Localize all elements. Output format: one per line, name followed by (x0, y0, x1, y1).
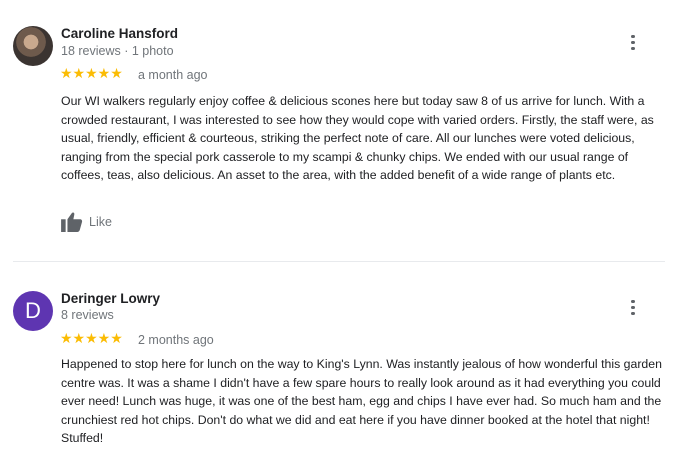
star-rating: ★★★★★ (60, 330, 123, 346)
reviewer-meta: 18 reviews · 1 photo (61, 44, 174, 58)
review-date: 2 months ago (138, 333, 214, 347)
more-vert-icon (631, 34, 635, 38)
avatar[interactable]: D (13, 291, 53, 331)
reviewer-name[interactable]: Deringer Lowry (61, 291, 160, 306)
review-date: a month ago (138, 68, 208, 82)
like-label: Like (89, 215, 112, 229)
review-text: Our WI walkers regularly enjoy coffee & … (61, 94, 654, 182)
reviewer-name[interactable]: Caroline Hansford (61, 26, 178, 41)
like-button[interactable]: Like (61, 212, 112, 232)
reviewer-meta: 8 reviews (61, 308, 114, 322)
more-options-button[interactable] (623, 297, 643, 317)
more-vert-icon (631, 299, 635, 303)
star-rating: ★★★★★ (60, 65, 123, 81)
review-text: Happened to stop here for lunch on the w… (61, 357, 662, 445)
thumbs-up-icon (61, 212, 83, 232)
more-options-button[interactable] (623, 32, 643, 52)
avatar[interactable] (13, 26, 53, 66)
divider (13, 261, 665, 262)
